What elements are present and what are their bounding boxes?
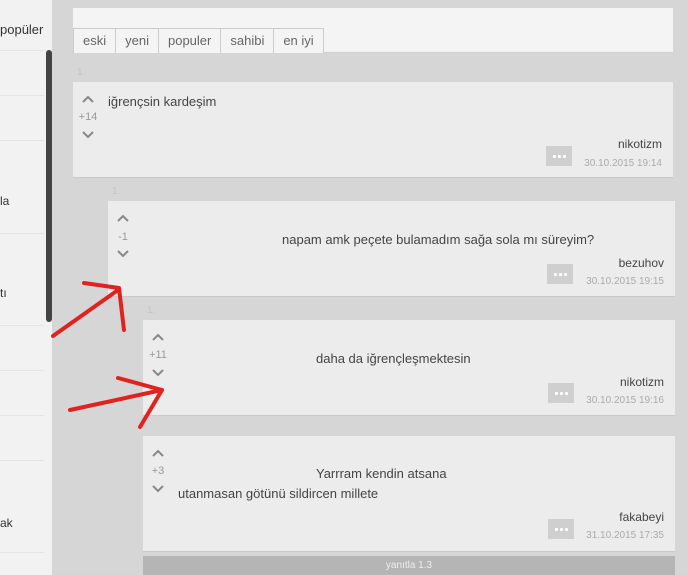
- chevron-up-icon[interactable]: [151, 448, 165, 458]
- chevron-down-icon[interactable]: [116, 249, 130, 259]
- chevron-down-icon[interactable]: [81, 130, 95, 140]
- sort-bar: eski yeni populer sahibi en iyi: [73, 8, 673, 53]
- sort-tab-populer[interactable]: populer: [157, 28, 221, 53]
- chevron-down-icon[interactable]: [151, 368, 165, 378]
- entry-date[interactable]: 30.10.2015 19:15: [586, 276, 664, 287]
- chevron-up-icon[interactable]: [81, 94, 95, 104]
- entry-text: napam amk peçete bulamadım sağa sola mı …: [282, 232, 595, 247]
- more-dots-icon[interactable]: [547, 264, 573, 284]
- entry-number: 1.: [77, 67, 86, 78]
- chevron-up-icon[interactable]: [116, 213, 130, 223]
- sort-tab-sahibi[interactable]: sahibi: [220, 28, 274, 53]
- entry-number: 1.: [147, 305, 156, 316]
- sort-tab-yeni[interactable]: yeni: [115, 28, 158, 53]
- entry-author[interactable]: nikotizm: [618, 137, 662, 151]
- reply-button[interactable]: yanıtla 1.3: [143, 556, 675, 575]
- sidebar-item-fragment[interactable]: ak: [0, 516, 42, 530]
- entry-text-line: utanmasan götünü sildircen millete: [178, 486, 379, 501]
- sidebar-item-fragment[interactable]: tı: [0, 286, 42, 300]
- entry-text: iğrençsin kardeşim: [108, 94, 217, 109]
- sort-tab-en-iyi[interactable]: en iyi: [273, 28, 324, 53]
- entry-score: +3: [151, 465, 165, 477]
- entry-card: -1 napam amk peçete bulamadım sağa sola …: [108, 201, 675, 297]
- entry-author[interactable]: nikotizm: [620, 375, 664, 389]
- entry-score: +14: [78, 111, 98, 123]
- entry-card: +11 daha da iğrençleşmektesin nikotizm 3…: [143, 320, 675, 416]
- entry-date[interactable]: 31.10.2015 17:35: [586, 530, 664, 541]
- chevron-down-icon[interactable]: [151, 484, 165, 494]
- entry-author[interactable]: fakabeyi: [619, 510, 664, 524]
- sidebar-item-fragment[interactable]: la: [0, 194, 42, 208]
- entry-score: -1: [118, 231, 128, 243]
- entry-text-line: Yarrram kendin atsana: [316, 466, 447, 481]
- sort-tab-eski[interactable]: eski: [73, 28, 116, 53]
- entry-number: 1.: [112, 186, 121, 197]
- entry-text: daha da iğrençleşmektesin: [316, 351, 471, 366]
- entry-score: +11: [149, 349, 167, 361]
- more-dots-icon[interactable]: [546, 146, 572, 166]
- sidebar: popüler la tı ak: [0, 0, 53, 575]
- chevron-up-icon[interactable]: [151, 332, 165, 342]
- entry-card: +14 iğrençsin kardeşim nikotizm 30.10.20…: [73, 82, 673, 178]
- sidebar-tab-popular[interactable]: popüler: [0, 22, 46, 48]
- entry-date[interactable]: 30.10.2015 19:14: [584, 158, 662, 169]
- more-dots-icon[interactable]: [548, 519, 574, 539]
- entry-card: +3 Yarrram kendin atsana utanmasan götün…: [143, 436, 675, 552]
- more-dots-icon[interactable]: [548, 383, 574, 403]
- entry-author[interactable]: bezuhov: [619, 256, 664, 270]
- entry-date[interactable]: 30.10.2015 19:16: [586, 395, 664, 406]
